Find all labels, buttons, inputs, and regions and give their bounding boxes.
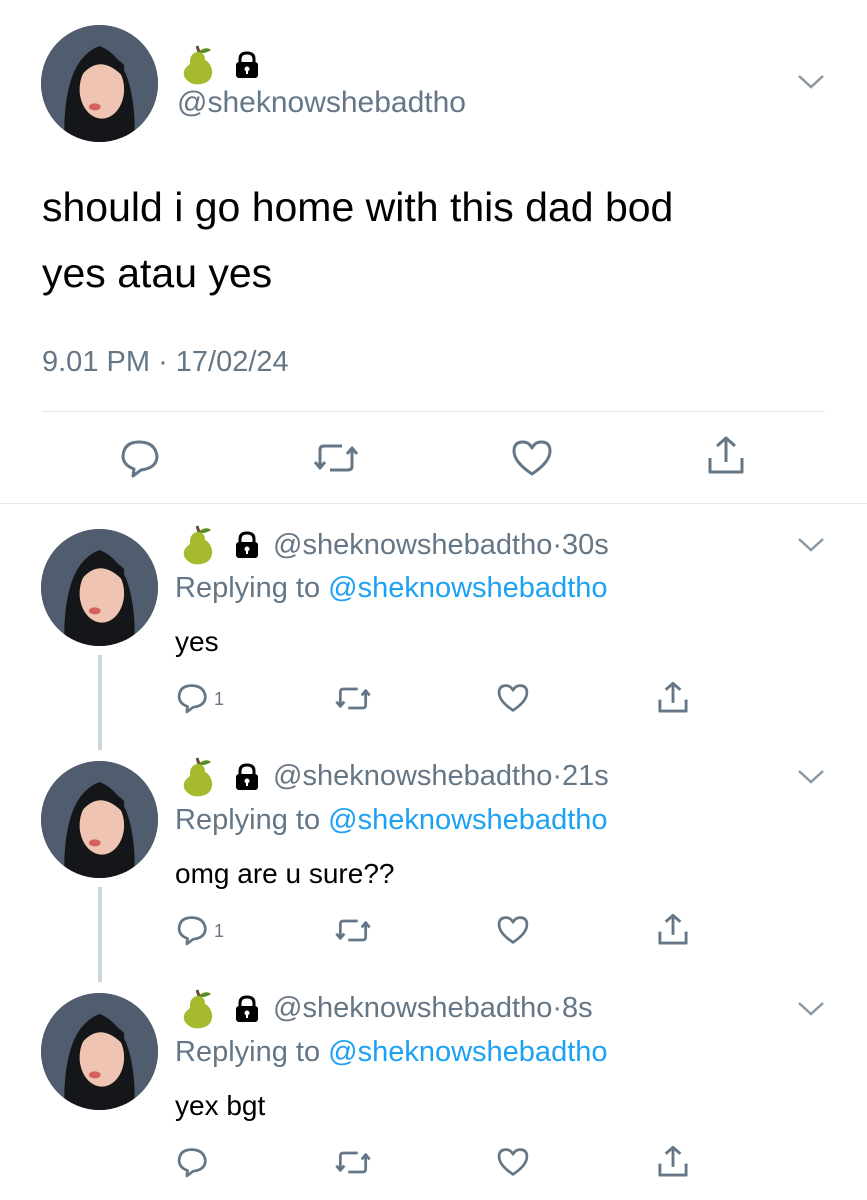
user-handle[interactable]: @sheknowshebadtho <box>273 760 552 792</box>
retweet-icon[interactable] <box>334 1148 372 1177</box>
tweet-age[interactable]: 8s <box>562 992 593 1024</box>
chevron-down-icon[interactable] <box>796 999 826 1019</box>
avatar[interactable] <box>41 993 158 1110</box>
reply-text: omg are u sure?? <box>175 858 395 889</box>
pear-icon <box>183 45 213 85</box>
user-handle[interactable]: @sheknowshebadtho <box>273 529 552 561</box>
reply-text: yes <box>175 626 219 657</box>
divider <box>0 503 867 504</box>
reply-header: @sheknowshebadtho·21s <box>273 760 609 793</box>
share-icon[interactable] <box>655 912 691 948</box>
avatar[interactable] <box>41 25 158 142</box>
lock-icon <box>236 763 258 790</box>
reply-count: 1 <box>214 689 225 709</box>
separator: · <box>552 992 563 1024</box>
reply-text: yex bgt <box>175 1090 266 1121</box>
reply-count: 1 <box>214 921 225 941</box>
user-handle[interactable]: @sheknowshebadtho <box>273 992 552 1024</box>
like-icon[interactable] <box>496 1146 530 1178</box>
tweet-date: 17/02/24 <box>175 346 289 378</box>
share-icon[interactable] <box>655 1144 691 1180</box>
reply-icon[interactable] <box>119 438 163 478</box>
thread-line <box>98 655 102 750</box>
tweet-age[interactable]: 21s <box>562 760 609 792</box>
tweet-time: 9.01 PM <box>42 346 150 378</box>
share-icon[interactable] <box>655 680 691 716</box>
retweet-icon[interactable] <box>334 916 372 945</box>
share-icon[interactable] <box>704 434 748 478</box>
like-icon[interactable] <box>510 438 554 478</box>
thread-line <box>98 887 102 982</box>
replying-to: Replying to @sheknowshebadtho <box>175 1036 608 1069</box>
pear-icon <box>183 525 213 565</box>
tweet-age[interactable]: 30s <box>562 529 609 561</box>
replying-to-handle-link[interactable]: @sheknowshebadtho <box>328 572 607 604</box>
divider <box>42 411 825 412</box>
reply-header: @sheknowshebadtho·8s <box>273 992 593 1025</box>
tweet-text-line: should i go home with this dad bod <box>42 184 674 230</box>
replying-to-label: Replying to <box>175 1036 321 1068</box>
replying-to: Replying to @sheknowshebadtho <box>175 804 608 837</box>
chevron-down-icon[interactable] <box>796 72 826 92</box>
replying-to-handle-link[interactable]: @sheknowshebadtho <box>328 1036 607 1068</box>
pear-icon <box>183 989 213 1029</box>
separator: · <box>158 346 168 378</box>
separator: · <box>552 529 563 561</box>
lock-icon <box>236 51 258 78</box>
like-icon[interactable] <box>496 682 530 714</box>
user-handle[interactable]: @sheknowshebadtho <box>177 86 466 120</box>
chevron-down-icon[interactable] <box>796 535 826 555</box>
lock-icon <box>236 531 258 558</box>
tweet-timestamp: 9.01 PM · 17/02/24 <box>42 346 289 379</box>
separator: · <box>552 760 563 792</box>
reply-icon[interactable] <box>176 682 210 714</box>
replying-to: Replying to @sheknowshebadtho <box>175 572 608 605</box>
chevron-down-icon[interactable] <box>796 767 826 787</box>
retweet-icon[interactable] <box>334 684 372 713</box>
tweet-text-line: yes atau yes <box>42 250 273 296</box>
lock-icon <box>236 995 258 1022</box>
like-icon[interactable] <box>496 914 530 946</box>
replying-to-label: Replying to <box>175 804 321 836</box>
replying-to-handle-link[interactable]: @sheknowshebadtho <box>328 804 607 836</box>
avatar[interactable] <box>41 529 158 646</box>
reply-header: @sheknowshebadtho·30s <box>273 529 609 562</box>
avatar[interactable] <box>41 761 158 878</box>
reply-icon[interactable] <box>176 914 210 946</box>
reply-icon[interactable] <box>176 1146 210 1178</box>
replying-to-label: Replying to <box>175 572 321 604</box>
pear-icon <box>183 757 213 797</box>
retweet-icon[interactable] <box>312 440 360 476</box>
